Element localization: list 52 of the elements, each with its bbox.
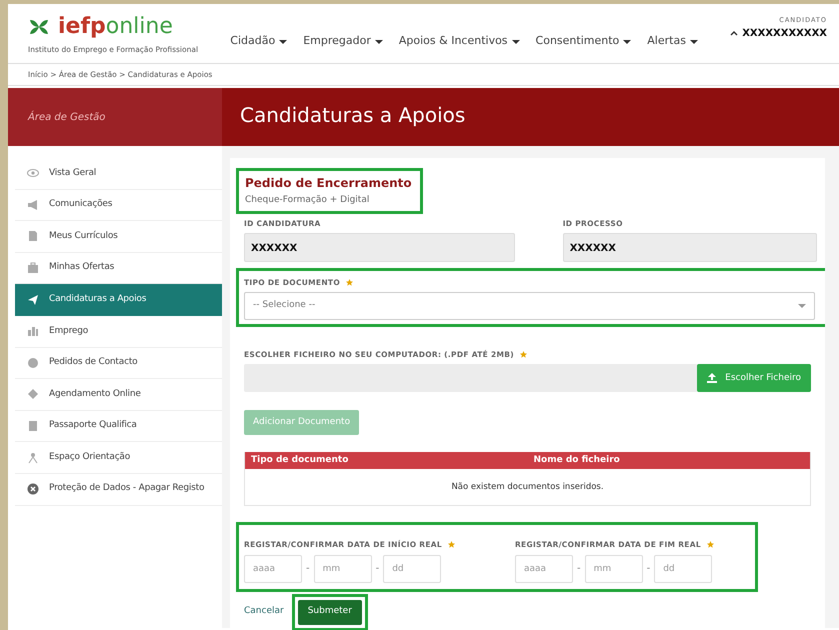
column-header: Tipo de documento — [250, 454, 350, 467]
date-separator: - — [306, 562, 310, 576]
nav-menu[interactable]: Cidadão — [230, 20, 288, 63]
caret-icon — [279, 40, 288, 44]
date-part-field[interactable]: mm — [584, 554, 643, 582]
brand-name[interactable]: iefponline — [58, 16, 173, 38]
briefcase-icon — [27, 262, 39, 274]
file-field[interactable] — [244, 364, 698, 392]
sidebar-item[interactable]: Passaporte Qualifica — [15, 410, 222, 442]
caret-icon — [374, 40, 383, 44]
form-title: Pedido de Encerramento — [245, 175, 412, 192]
cancel-link[interactable]: Cancelar — [244, 605, 284, 619]
nav-menu[interactable]: Empregador — [303, 20, 383, 63]
close-icon — [27, 483, 39, 496]
caret-icon — [690, 40, 698, 44]
date-part-field[interactable]: dd — [654, 554, 712, 582]
logo-icon — [28, 18, 50, 36]
nav-menu[interactable]: Apoios & Incentivos — [398, 20, 520, 63]
column-header: Nome do ficheiro — [532, 454, 621, 467]
sidebar-item[interactable]: Candidaturas a Apoios — [15, 284, 222, 316]
date-part-field[interactable]: aaaa — [514, 554, 573, 582]
date-separator: - — [376, 562, 380, 576]
document-icon — [27, 230, 39, 242]
document-icon — [27, 420, 39, 432]
select-field[interactable]: -- Selecione -- — [244, 292, 815, 320]
date-part-field[interactable]: mm — [314, 554, 372, 582]
date-part-field[interactable]: aaaa — [244, 554, 302, 582]
sidebar-title: Área de Gestão — [8, 88, 222, 146]
paper-plane-icon — [27, 294, 39, 306]
chevron-icon — [730, 30, 738, 36]
upload-icon — [707, 373, 718, 384]
nav-menu[interactable]: Alertas — [647, 20, 698, 63]
date-separator: - — [576, 562, 581, 576]
caret-icon — [512, 40, 520, 44]
megaphone-icon — [27, 198, 39, 211]
submit-button[interactable]: Submeter — [298, 600, 362, 624]
eye-icon — [27, 167, 39, 180]
readonly-field: XXXXXX — [244, 232, 515, 262]
user-name[interactable]: XXXXXXXXXXX — [742, 26, 827, 41]
empty-message: Não existem documentos inseridos. — [451, 480, 604, 494]
nav-menu[interactable]: Consentimento — [536, 20, 632, 63]
caret-icon — [798, 304, 806, 308]
date-part-field[interactable]: dd — [383, 554, 442, 582]
diamond-icon — [27, 388, 39, 400]
sidebar-item[interactable]: Proteção de Dados - Apagar Registo — [15, 474, 222, 506]
page-title: Candidaturas a Apoios — [222, 88, 839, 146]
date-separator: - — [646, 562, 650, 576]
caret-icon — [623, 40, 632, 44]
person-icon — [27, 452, 39, 464]
form-subtitle: Cheque-Formação + Digital — [245, 194, 370, 207]
readonly-field: XXXXXX — [562, 232, 817, 262]
bar-chart-icon — [27, 325, 39, 338]
